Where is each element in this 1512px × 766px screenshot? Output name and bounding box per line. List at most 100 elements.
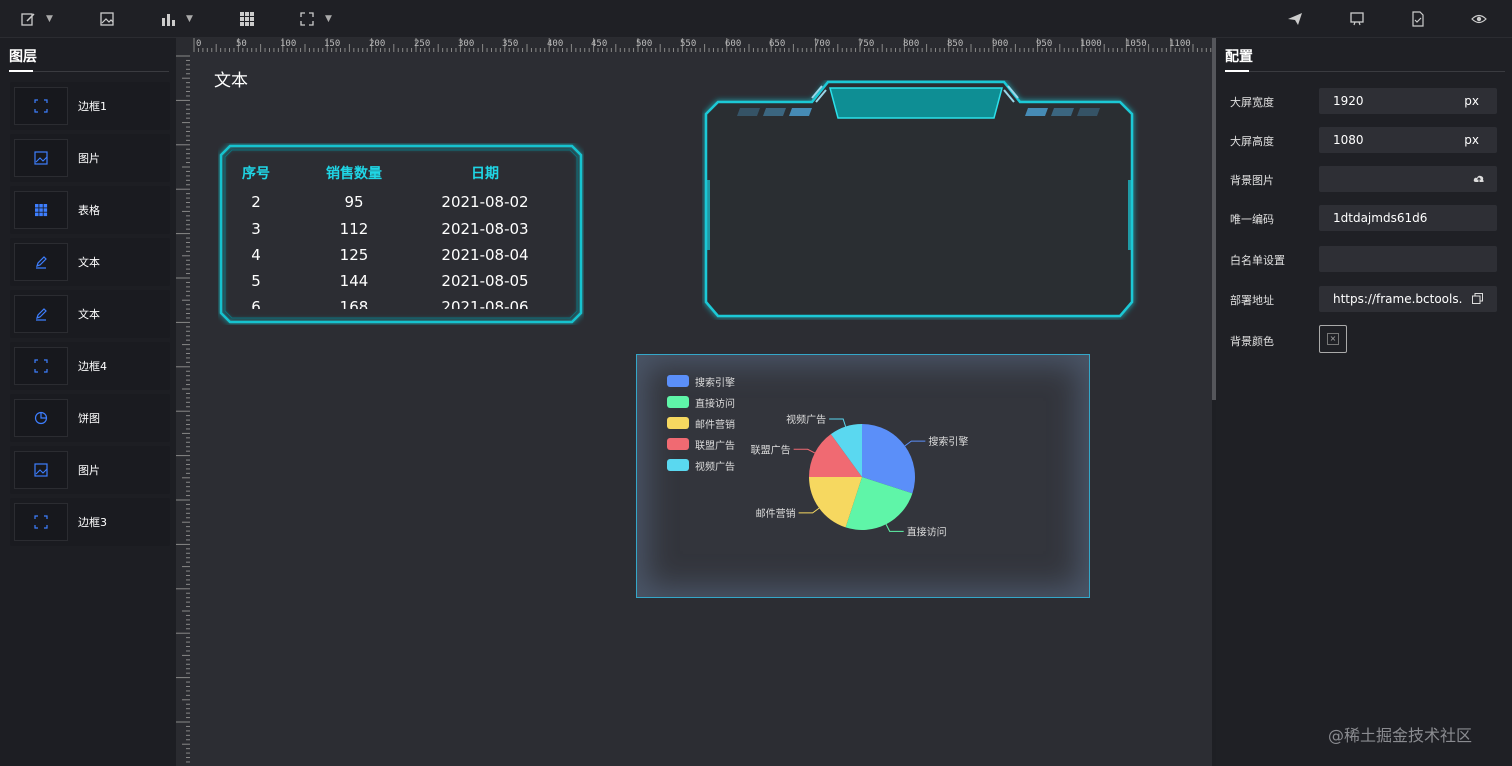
table-cell: 5: [251, 272, 261, 290]
layer-item-table[interactable]: 表格: [10, 186, 170, 234]
ruler-mark: 900: [992, 39, 1009, 49]
fullscreen-icon: [300, 12, 314, 26]
screen-button[interactable]: [1349, 9, 1365, 29]
table-cell: 144: [339, 272, 369, 290]
chevron-down-icon[interactable]: ▼: [186, 14, 193, 24]
field-value: 1080: [1333, 133, 1364, 147]
layer-label: 边框4: [78, 360, 107, 373]
config-panel-title: 配置: [1225, 49, 1253, 65]
ruler-mark: 0: [196, 39, 202, 49]
field-label: 大屏宽度: [1230, 96, 1274, 109]
layer-item-frame3[interactable]: 边框3: [10, 498, 170, 546]
layer-item-pie[interactable]: 饼图: [10, 394, 170, 442]
ruler-mark: 850: [947, 39, 964, 49]
divider: [1225, 71, 1505, 72]
table-cell: 2021-08-05: [441, 272, 529, 290]
horizontal-ruler: 0 50 100 150 200 250 300 350 400 450 500…: [176, 38, 1212, 52]
screen-icon: [1350, 12, 1364, 26]
field-label: 白名单设置: [1230, 254, 1285, 267]
chevron-down-icon[interactable]: ▼: [46, 14, 53, 24]
pie-chart-widget[interactable]: 搜索引擎 直接访问 邮件营销 联盟广告 视频广告 搜索引擎 直接访问 邮件营销 联盟广…: [636, 354, 1090, 598]
image-tool-button[interactable]: [99, 9, 115, 29]
config-panel: 配置 大屏宽度 1920 px 大屏高度 1080 px 背景图片 唯一编码 1…: [1216, 38, 1512, 766]
layer-label: 边框1: [78, 100, 107, 113]
tab-underline: [9, 70, 33, 72]
border-widget[interactable]: [702, 80, 1142, 320]
screen-height-input[interactable]: 1080 px: [1319, 127, 1497, 153]
ruler-mark: 700: [814, 39, 831, 49]
text-widget[interactable]: 文本: [214, 66, 248, 91]
config-row-width: 大屏宽度 1920 px: [1230, 88, 1500, 114]
ruler-mark: 800: [903, 39, 920, 49]
edit-icon: [21, 13, 35, 26]
layer-item-text[interactable]: 文本: [10, 238, 170, 286]
layer-item-image[interactable]: 图片: [10, 446, 170, 494]
ruler-mark: 200: [369, 39, 386, 49]
screen-width-input[interactable]: 1920 px: [1319, 88, 1497, 114]
config-row-code: 唯一编码 1dtdajmds61d6: [1230, 205, 1500, 231]
pie-slice-label: 直接访问: [907, 525, 947, 538]
bar-chart-icon: [162, 14, 175, 26]
unit-label: px: [1464, 133, 1479, 147]
layer-label: 边框3: [78, 516, 107, 529]
bg-color-picker[interactable]: ×: [1319, 325, 1347, 353]
ruler-mark: 50: [236, 39, 247, 49]
table-tool-button[interactable]: [239, 9, 255, 29]
table-cell: 2021-08-02: [441, 193, 529, 211]
pie-slice-label: 邮件营销: [756, 507, 796, 520]
tab-underline: [1225, 70, 1249, 72]
table-body: 2 95 2021-08-02 3 112 2021-08-03 4 125 2…: [218, 191, 584, 309]
watermark: @稀土掘金技术社区: [1328, 726, 1473, 745]
pen-icon: [14, 295, 68, 333]
layer-list: 边框1 图片 表格 文本 文本 边框4 饼图 图片 边框3: [10, 82, 170, 550]
ruler-mark: 600: [725, 39, 742, 49]
header-cell: 序号: [242, 166, 270, 182]
ruler-mark: 650: [769, 39, 786, 49]
frame-tool-button[interactable]: ▼: [299, 9, 332, 29]
export-button[interactable]: [1410, 9, 1426, 29]
config-row-deploy: 部署地址 https://frame.bctools.: [1230, 286, 1500, 312]
whitelist-input[interactable]: [1319, 246, 1497, 272]
table-cell: 3: [251, 220, 261, 238]
field-label: 部署地址: [1230, 294, 1274, 307]
pie-label-line: [885, 523, 904, 532]
image-icon: [14, 451, 68, 489]
field-value: https://frame.bctools.: [1333, 292, 1463, 306]
ruler-mark: 150: [324, 39, 341, 49]
layer-item-frame1[interactable]: 边框1: [10, 82, 170, 130]
layers-panel: 图层 边框1 图片 表格 文本 文本 边框4 饼图 图片 边框3: [0, 38, 176, 766]
bg-image-upload[interactable]: [1319, 166, 1497, 192]
ruler-ticks: [176, 55, 190, 763]
send-icon: [1288, 13, 1302, 25]
chevron-down-icon[interactable]: ▼: [325, 14, 332, 24]
ruler-mark: 400: [547, 39, 564, 49]
unique-code-input[interactable]: 1dtdajmds61d6: [1319, 205, 1497, 231]
deploy-url-input[interactable]: https://frame.bctools.: [1319, 286, 1497, 312]
table-cell: 2021-08-06: [441, 298, 529, 309]
layer-item-image[interactable]: 图片: [10, 134, 170, 182]
preview-button[interactable]: [1471, 9, 1487, 29]
frame-icon: [14, 503, 68, 541]
cloud-upload-icon[interactable]: [1473, 173, 1485, 185]
pie-chart: 搜索引擎直接访问 邮件营销 联盟广告 视频广告: [751, 413, 969, 538]
ruler-mark: 250: [414, 39, 431, 49]
layer-label: 图片: [78, 464, 100, 477]
layer-label: 文本: [78, 256, 100, 269]
table-cell: 2: [251, 193, 261, 211]
layer-item-text[interactable]: 文本: [10, 290, 170, 338]
publish-button[interactable]: [1287, 9, 1303, 29]
config-row-whitelist: 白名单设置: [1230, 246, 1500, 272]
ruler-mark: 1050: [1125, 39, 1147, 49]
layer-item-frame4[interactable]: 边框4: [10, 342, 170, 390]
ruler-mark: 950: [1036, 39, 1053, 49]
edit-tool-button[interactable]: ▼: [20, 9, 53, 29]
config-row-bg-image: 背景图片: [1230, 166, 1500, 192]
table-widget[interactable]: 序号 销售数量 日期 2 95 2021-08-02 3 112 2021-08…: [218, 143, 584, 325]
vertical-ruler: [176, 52, 190, 766]
copy-icon[interactable]: [1472, 293, 1483, 304]
chart-tool-button[interactable]: ▼: [160, 9, 193, 29]
field-label: 唯一编码: [1230, 213, 1274, 226]
frame-icon: [14, 87, 68, 125]
export-icon: [1412, 11, 1424, 27]
table-cell: 95: [344, 193, 364, 211]
